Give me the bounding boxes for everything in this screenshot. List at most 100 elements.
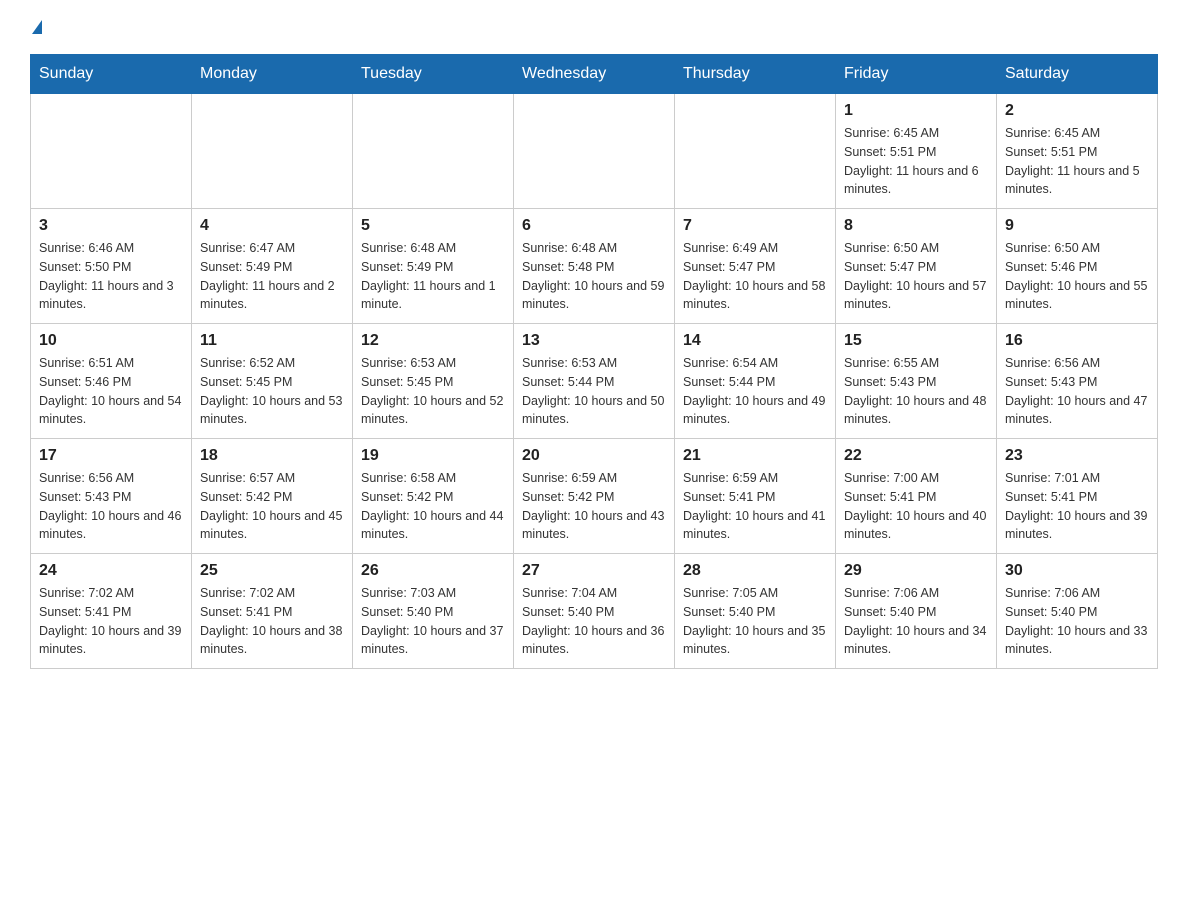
day-info: Sunrise: 7:02 AMSunset: 5:41 PMDaylight:…	[39, 584, 183, 659]
calendar-cell: 15 Sunrise: 6:55 AMSunset: 5:43 PMDayligh…	[836, 324, 997, 439]
day-info: Sunrise: 6:56 AMSunset: 5:43 PMDaylight:…	[1005, 354, 1149, 429]
week-row-4: 17Sunrise: 6:56 AMSunset: 5:43 PMDayligh…	[31, 439, 1158, 554]
day-info: Sunrise: 6:50 AMSunset: 5:46 PMDaylight:…	[1005, 239, 1149, 314]
week-row-1: 1 Sunrise: 6:45 AMSunset: 5:51 PMDaylight…	[31, 94, 1158, 209]
calendar-cell: 22Sunrise: 7:00 AMSunset: 5:41 PMDayligh…	[836, 439, 997, 554]
day-info: Sunrise: 6:45 AMSunset: 5:51 PMDaylight:…	[1005, 124, 1149, 199]
day-info: Sunrise: 6:47 AMSunset: 5:49 PMDaylight:…	[200, 239, 344, 314]
calendar-cell: 2 Sunrise: 6:45 AMSunset: 5:51 PMDaylight…	[997, 94, 1158, 209]
week-row-2: 3Sunrise: 6:46 AMSunset: 5:50 PMDaylight…	[31, 209, 1158, 324]
day-info: Sunrise: 6:56 AMSunset: 5:43 PMDaylight:…	[39, 469, 183, 544]
day-info: Sunrise: 6:51 AMSunset: 5:46 PMDaylight:…	[39, 354, 183, 429]
day-number: 25	[200, 562, 344, 580]
calendar-cell: 19 Sunrise: 6:58 AMSunset: 5:42 PMDayligh…	[353, 439, 514, 554]
day-number: 6	[522, 217, 666, 235]
calendar-cell	[31, 94, 192, 209]
logo	[30, 20, 42, 34]
column-header-monday: Monday	[192, 55, 353, 94]
day-info: Sunrise: 6:52 AMSunset: 5:45 PMDaylight:…	[200, 354, 344, 429]
calendar-cell: 26 Sunrise: 7:03 AMSunset: 5:40 PMDayligh…	[353, 554, 514, 669]
week-row-5: 24 Sunrise: 7:02 AMSunset: 5:41 PMDayligh…	[31, 554, 1158, 669]
day-number: 20	[522, 447, 666, 465]
calendar-cell	[353, 94, 514, 209]
day-info: Sunrise: 6:45 AMSunset: 5:51 PMDaylight:…	[844, 124, 988, 199]
day-number: 19	[361, 447, 505, 465]
day-number: 15	[844, 332, 988, 350]
day-info: Sunrise: 6:59 AMSunset: 5:42 PMDaylight:…	[522, 469, 666, 544]
day-number: 2	[1005, 102, 1149, 120]
day-number: 8	[844, 217, 988, 235]
day-number: 28	[683, 562, 827, 580]
day-info: Sunrise: 7:01 AMSunset: 5:41 PMDaylight:…	[1005, 469, 1149, 544]
day-info: Sunrise: 7:04 AMSunset: 5:40 PMDaylight:…	[522, 584, 666, 659]
calendar-cell: 12 Sunrise: 6:53 AMSunset: 5:45 PMDayligh…	[353, 324, 514, 439]
calendar-cell: 11 Sunrise: 6:52 AMSunset: 5:45 PMDayligh…	[192, 324, 353, 439]
day-info: Sunrise: 6:53 AMSunset: 5:44 PMDaylight:…	[522, 354, 666, 429]
calendar-cell: 17Sunrise: 6:56 AMSunset: 5:43 PMDayligh…	[31, 439, 192, 554]
column-header-tuesday: Tuesday	[353, 55, 514, 94]
week-row-3: 10 Sunrise: 6:51 AMSunset: 5:46 PMDayligh…	[31, 324, 1158, 439]
calendar-cell: 27 Sunrise: 7:04 AMSunset: 5:40 PMDayligh…	[514, 554, 675, 669]
day-info: Sunrise: 6:55 AMSunset: 5:43 PMDaylight:…	[844, 354, 988, 429]
page-header	[30, 20, 1158, 34]
logo-triangle-icon	[32, 20, 42, 34]
day-number: 24	[39, 562, 183, 580]
calendar-cell: 18 Sunrise: 6:57 AMSunset: 5:42 PMDayligh…	[192, 439, 353, 554]
day-info: Sunrise: 7:02 AMSunset: 5:41 PMDaylight:…	[200, 584, 344, 659]
day-number: 29	[844, 562, 988, 580]
day-number: 13	[522, 332, 666, 350]
calendar-cell	[675, 94, 836, 209]
calendar-cell: 14Sunrise: 6:54 AMSunset: 5:44 PMDayligh…	[675, 324, 836, 439]
column-header-saturday: Saturday	[997, 55, 1158, 94]
day-info: Sunrise: 6:58 AMSunset: 5:42 PMDaylight:…	[361, 469, 505, 544]
column-header-sunday: Sunday	[31, 55, 192, 94]
calendar-cell: 30 Sunrise: 7:06 AMSunset: 5:40 PMDayligh…	[997, 554, 1158, 669]
day-number: 9	[1005, 217, 1149, 235]
calendar-cell: 28 Sunrise: 7:05 AMSunset: 5:40 PMDayligh…	[675, 554, 836, 669]
day-number: 27	[522, 562, 666, 580]
day-number: 26	[361, 562, 505, 580]
column-header-thursday: Thursday	[675, 55, 836, 94]
calendar-cell: 8 Sunrise: 6:50 AMSunset: 5:47 PMDaylight…	[836, 209, 997, 324]
calendar-cell: 21 Sunrise: 6:59 AMSunset: 5:41 PMDayligh…	[675, 439, 836, 554]
day-number: 3	[39, 217, 183, 235]
day-number: 4	[200, 217, 344, 235]
day-info: Sunrise: 6:57 AMSunset: 5:42 PMDaylight:…	[200, 469, 344, 544]
day-info: Sunrise: 6:48 AMSunset: 5:49 PMDaylight:…	[361, 239, 505, 314]
day-number: 1	[844, 102, 988, 120]
day-number: 11	[200, 332, 344, 350]
day-info: Sunrise: 7:06 AMSunset: 5:40 PMDaylight:…	[844, 584, 988, 659]
calendar-cell: 23 Sunrise: 7:01 AMSunset: 5:41 PMDayligh…	[997, 439, 1158, 554]
day-info: Sunrise: 6:54 AMSunset: 5:44 PMDaylight:…	[683, 354, 827, 429]
day-info: Sunrise: 6:59 AMSunset: 5:41 PMDaylight:…	[683, 469, 827, 544]
calendar-cell: 29 Sunrise: 7:06 AMSunset: 5:40 PMDayligh…	[836, 554, 997, 669]
calendar-cell: 25 Sunrise: 7:02 AMSunset: 5:41 PMDayligh…	[192, 554, 353, 669]
column-header-friday: Friday	[836, 55, 997, 94]
calendar-cell: 6 Sunrise: 6:48 AMSunset: 5:48 PMDaylight…	[514, 209, 675, 324]
day-number: 16	[1005, 332, 1149, 350]
calendar-cell: 5 Sunrise: 6:48 AMSunset: 5:49 PMDaylight…	[353, 209, 514, 324]
day-info: Sunrise: 6:53 AMSunset: 5:45 PMDaylight:…	[361, 354, 505, 429]
column-header-wednesday: Wednesday	[514, 55, 675, 94]
day-number: 18	[200, 447, 344, 465]
calendar-cell: 24 Sunrise: 7:02 AMSunset: 5:41 PMDayligh…	[31, 554, 192, 669]
day-info: Sunrise: 7:05 AMSunset: 5:40 PMDaylight:…	[683, 584, 827, 659]
day-info: Sunrise: 7:00 AMSunset: 5:41 PMDaylight:…	[844, 469, 988, 544]
day-number: 12	[361, 332, 505, 350]
day-number: 7	[683, 217, 827, 235]
day-info: Sunrise: 7:06 AMSunset: 5:40 PMDaylight:…	[1005, 584, 1149, 659]
day-number: 10	[39, 332, 183, 350]
day-number: 21	[683, 447, 827, 465]
day-number: 23	[1005, 447, 1149, 465]
calendar-cell: 13 Sunrise: 6:53 AMSunset: 5:44 PMDayligh…	[514, 324, 675, 439]
day-info: Sunrise: 6:50 AMSunset: 5:47 PMDaylight:…	[844, 239, 988, 314]
calendar-cell: 1 Sunrise: 6:45 AMSunset: 5:51 PMDaylight…	[836, 94, 997, 209]
calendar-header-row: SundayMondayTuesdayWednesdayThursdayFrid…	[31, 55, 1158, 94]
day-number: 5	[361, 217, 505, 235]
calendar-cell: 10 Sunrise: 6:51 AMSunset: 5:46 PMDayligh…	[31, 324, 192, 439]
calendar-cell: 16 Sunrise: 6:56 AMSunset: 5:43 PMDayligh…	[997, 324, 1158, 439]
day-info: Sunrise: 7:03 AMSunset: 5:40 PMDaylight:…	[361, 584, 505, 659]
day-info: Sunrise: 6:49 AMSunset: 5:47 PMDaylight:…	[683, 239, 827, 314]
day-number: 30	[1005, 562, 1149, 580]
day-info: Sunrise: 6:48 AMSunset: 5:48 PMDaylight:…	[522, 239, 666, 314]
